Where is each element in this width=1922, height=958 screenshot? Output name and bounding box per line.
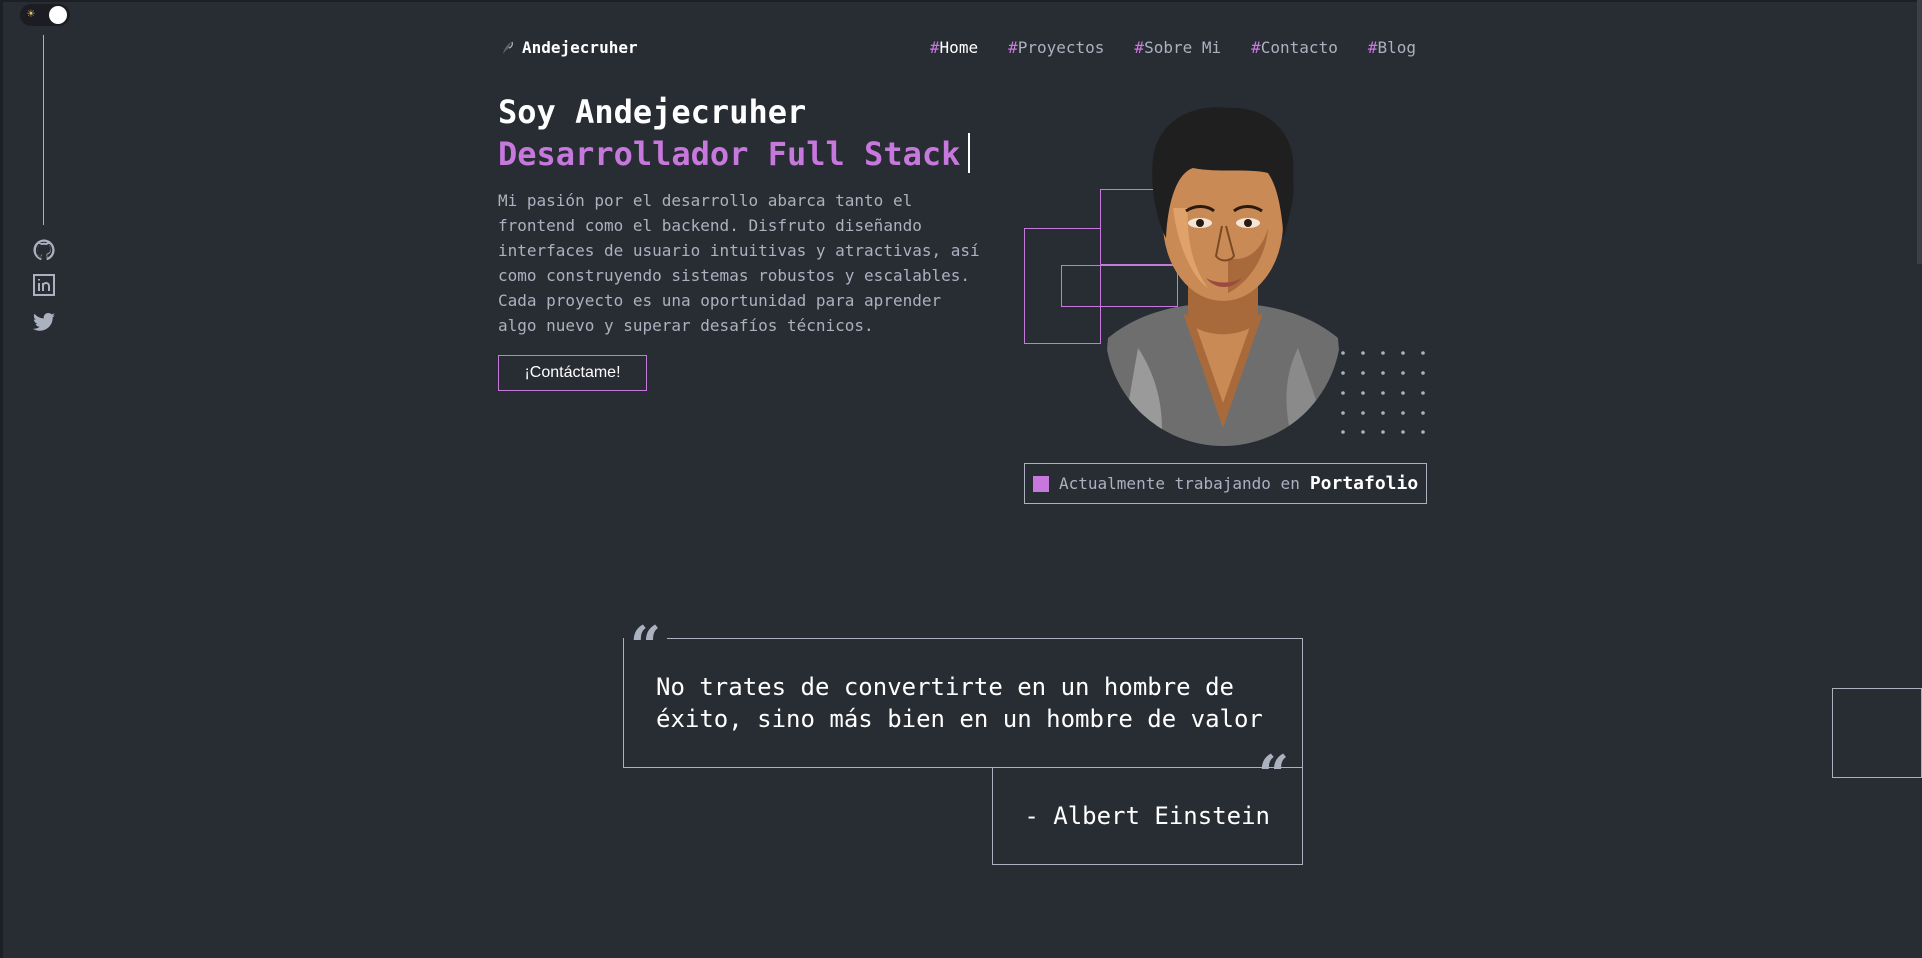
open-quote-icon: “ [624,619,668,673]
main-nav: #Home #Proyectos #Sobre Mi #Contacto #Bl… [930,38,1416,57]
nav-blog[interactable]: #Blog [1368,38,1416,57]
brand-logo[interactable]: Andejecruher [500,38,638,57]
quote-author-box: - Albert Einstein [992,767,1303,865]
status-badge: Actualmente trabajando en Portafolio [1024,463,1427,504]
logo-icon [503,41,513,54]
status-square-icon [1033,475,1049,492]
status-prefix: Actualmente trabajando en [1059,474,1300,493]
linkedin-icon[interactable] [32,273,56,297]
nav-home[interactable]: #Home [930,38,978,57]
contact-button[interactable]: ¡Contáctame! [498,355,647,391]
typing-cursor [968,133,971,173]
github-icon[interactable] [32,238,56,262]
quote-box: No trates de convertirte en un hombre de… [623,638,1303,768]
quote-text: No trates de convertirte en un hombre de… [656,673,1263,733]
twitter-icon[interactable] [32,310,56,334]
social-rail-line [43,35,44,225]
scrollbar-thumb[interactable] [1917,0,1922,264]
window-top-edge [0,0,1922,2]
nav-contacto[interactable]: #Contacto [1251,38,1338,57]
dot-grid [1341,351,1425,434]
sun-icon: ☀ [27,7,35,22]
hero-role: Desarrollador Full Stack [498,135,961,173]
nav-sobre-mi[interactable]: #Sobre Mi [1134,38,1221,57]
portrait-image [1105,107,1341,446]
decorative-square [1832,688,1922,778]
quote-author: - Albert Einstein [1024,802,1270,830]
hero-description: Mi pasión por el desarrollo abarca tanto… [498,191,980,335]
nav-proyectos[interactable]: #Proyectos [1008,38,1104,57]
window-left-edge [0,0,3,958]
hero-title: Soy Andejecruher Desarrollador Full Stac… [498,92,971,175]
theme-toggle[interactable]: ☀ [20,4,70,26]
toggle-knob [49,6,67,24]
hero-greeting: Soy Andejecruher [498,93,807,131]
status-project: Portafolio [1309,473,1419,494]
brand-name: Andejecruher [522,38,638,57]
